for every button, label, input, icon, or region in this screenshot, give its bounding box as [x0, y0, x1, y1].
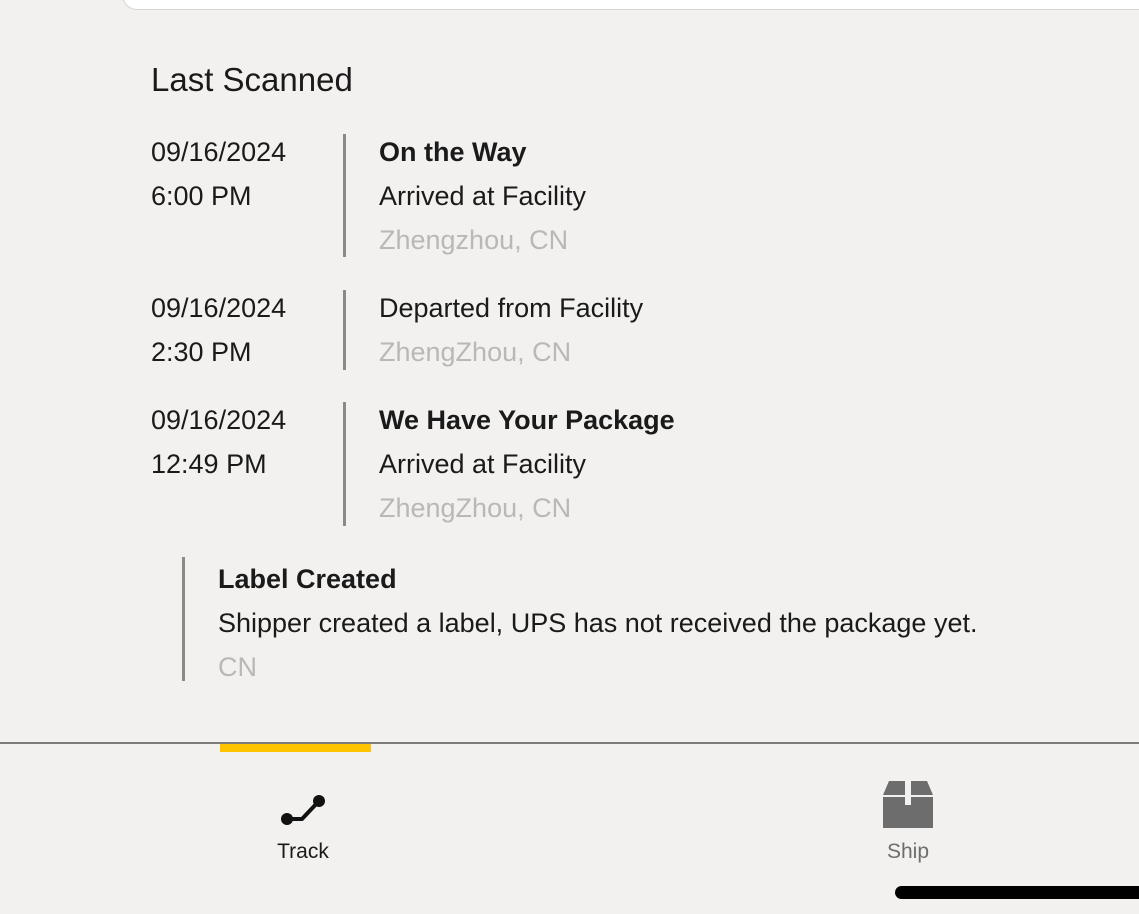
- scan-location: ZhengZhou, CN: [379, 337, 572, 367]
- scan-description: Arrived at Facility: [379, 181, 587, 211]
- scan-datetime: 09/16/2024 6:00 PM: [151, 130, 343, 262]
- scan-detail: We Have Your Package Arrived at Facility…: [346, 398, 675, 530]
- box-icon: [838, 774, 978, 828]
- label-created-description: Shipper created a label, UPS has not rec…: [218, 608, 978, 638]
- scan-datetime: 09/16/2024 12:49 PM: [151, 398, 343, 530]
- label-created-entry: Label Created Shipper created a label, U…: [182, 557, 977, 689]
- scan-location: ZhengZhou, CN: [379, 493, 572, 523]
- scan-time: 12:49 PM: [151, 449, 267, 479]
- active-tab-indicator: [220, 744, 371, 752]
- scan-entry: 09/16/2024 6:00 PM On the Way Arrived at…: [151, 130, 586, 262]
- scan-date: 09/16/2024: [151, 405, 287, 435]
- scan-detail: Departed from Facility ZhengZhou, CN: [346, 286, 643, 374]
- scan-time: 2:30 PM: [151, 337, 252, 367]
- scan-date: 09/16/2024: [151, 137, 287, 167]
- label-created-location: CN: [218, 652, 257, 682]
- scan-time: 6:00 PM: [151, 181, 252, 211]
- label-created-detail: Label Created Shipper created a label, U…: [185, 557, 977, 689]
- scan-datetime: 09/16/2024 2:30 PM: [151, 286, 343, 374]
- tab-track[interactable]: Track: [233, 774, 373, 864]
- scan-entry: 09/16/2024 12:49 PM We Have Your Package…: [151, 398, 675, 530]
- route-icon: [233, 774, 373, 828]
- scan-detail: On the Way Arrived at Facility Zhengzhou…: [346, 130, 586, 262]
- scan-status: We Have Your Package: [379, 405, 675, 435]
- tab-ship[interactable]: Ship: [838, 774, 978, 864]
- tab-track-label: Track: [277, 840, 329, 863]
- scan-description: Arrived at Facility: [379, 449, 587, 479]
- home-indicator: [895, 886, 1139, 899]
- scan-entry: 09/16/2024 2:30 PM Departed from Facilit…: [151, 286, 643, 374]
- scan-description: Departed from Facility: [379, 293, 644, 323]
- label-created-status: Label Created: [218, 564, 397, 594]
- scan-date: 09/16/2024: [151, 293, 287, 323]
- tracking-summary-card: [122, 0, 1139, 10]
- tab-ship-label: Ship: [886, 840, 930, 863]
- tracking-screen: Last Scanned 09/16/2024 6:00 PM On the W…: [0, 0, 1139, 914]
- scan-status: On the Way: [379, 137, 527, 167]
- section-title: Last Scanned: [151, 61, 353, 98]
- scan-location: Zhengzhou, CN: [379, 225, 569, 255]
